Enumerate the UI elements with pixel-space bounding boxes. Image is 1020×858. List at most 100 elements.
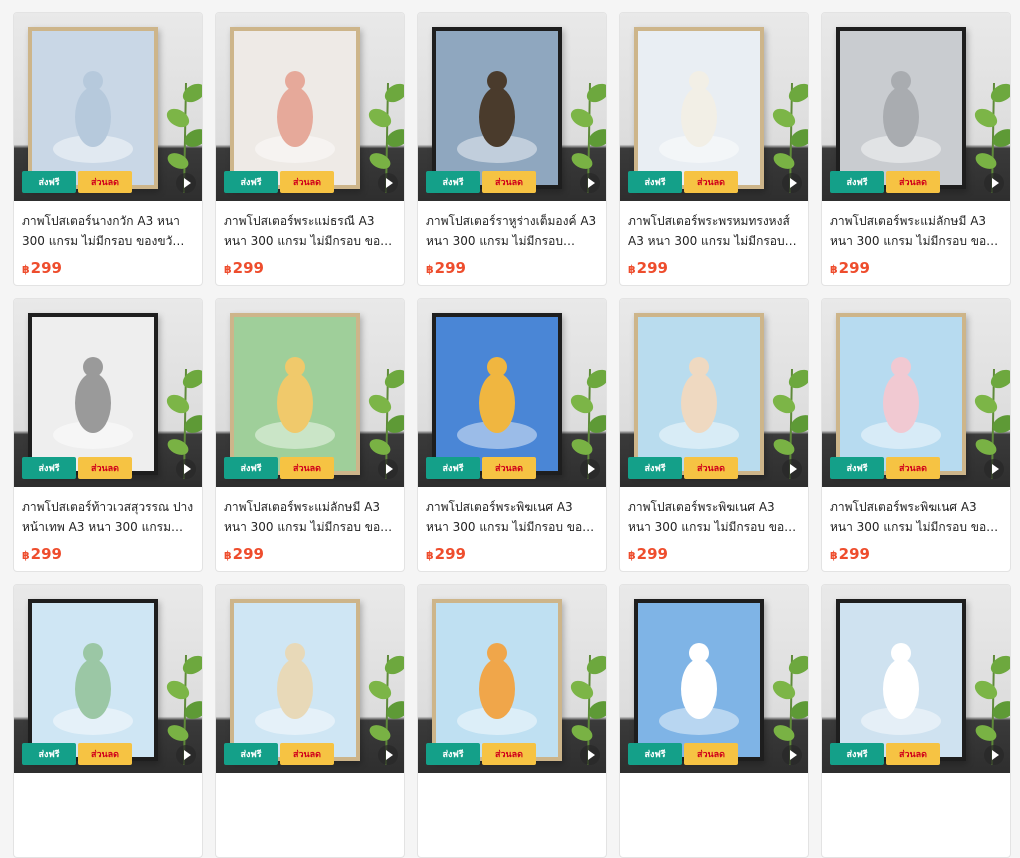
free-shipping-badge: ส่งฟรี: [224, 457, 278, 479]
discount-badge: ส่วนลด: [482, 743, 536, 765]
play-video-icon[interactable]: [176, 173, 196, 193]
play-video-icon[interactable]: [580, 459, 600, 479]
poster-frame: [28, 599, 158, 761]
poster-art: [457, 71, 537, 163]
play-video-icon[interactable]: [984, 459, 1004, 479]
free-shipping-badge: ส่งฟรี: [224, 171, 278, 193]
product-image[interactable]: ส่งฟรี ส่วนลด: [14, 585, 202, 773]
price-value: 299: [636, 545, 668, 563]
discount-badge: ส่วนลด: [78, 457, 132, 479]
product-card[interactable]: ส่งฟรี ส่วนลดภาพโปสเตอร์พระพิฆเนศ A3 หนา …: [821, 298, 1011, 572]
price-value: 299: [232, 545, 264, 563]
product-image[interactable]: ส่งฟรี ส่วนลด: [14, 299, 202, 487]
product-card[interactable]: ส่งฟรี ส่วนลดภาพโปสเตอร์พระพิฆเนศ A3 หนา …: [619, 298, 809, 572]
product-title[interactable]: ภาพโปสเตอร์ท้าวเวสสุวรรณ ปางหน้าเทพ A3 ห…: [22, 497, 194, 537]
poster-art: [255, 71, 335, 163]
play-video-icon[interactable]: [782, 459, 802, 479]
poster-frame: [230, 599, 360, 761]
product-image[interactable]: ส่งฟรี ส่วนลด: [216, 13, 404, 201]
play-video-icon[interactable]: [984, 173, 1004, 193]
price-value: 299: [434, 259, 466, 277]
product-image[interactable]: ส่งฟรี ส่วนลด: [822, 585, 1010, 773]
product-image[interactable]: ส่งฟรี ส่วนลด: [822, 13, 1010, 201]
discount-badge: ส่วนลด: [482, 171, 536, 193]
poster-frame: [836, 599, 966, 761]
play-video-icon[interactable]: [378, 173, 398, 193]
product-title[interactable]: ภาพโปสเตอร์ราหูร่างเต็มองค์ A3 หนา 300 แ…: [426, 211, 598, 251]
product-title[interactable]: ภาพโปสเตอร์พระพิฆเนศ A3 หนา 300 แกรม ไม่…: [830, 497, 1002, 537]
free-shipping-badge: ส่งฟรี: [628, 743, 682, 765]
product-image[interactable]: ส่งฟรี ส่วนลด: [822, 299, 1010, 487]
product-card[interactable]: ส่งฟรีส่วนลด฿: [619, 584, 809, 858]
play-video-icon[interactable]: [176, 745, 196, 765]
product-price: ฿299: [426, 259, 598, 277]
product-grid: ส่งฟรี ส่วนลด ภาพโปสเตอร์นางกวัก A3 หนา 30…: [13, 12, 1011, 858]
poster-frame: [230, 313, 360, 475]
play-video-icon[interactable]: [782, 745, 802, 765]
poster-art: [53, 71, 133, 163]
product-image[interactable]: ส่งฟรี ส่วนลด: [216, 585, 404, 773]
product-title[interactable]: ภาพโปสเตอร์นางกวัก A3 หนา 300 แกรม ไม่มี…: [22, 211, 194, 251]
product-card[interactable]: ส่งฟรี ส่วนลดภาพโปสเตอร์พระพรหมทรงหงส์ A3…: [619, 12, 809, 286]
poster-art: [457, 643, 537, 735]
promo-badges: ส่งฟรี ส่วนลด: [830, 457, 940, 479]
currency-symbol: ฿: [22, 263, 30, 276]
product-title[interactable]: ภาพโปสเตอร์พระแม่ธรณี A3 หนา 300 แกรม ไม…: [224, 211, 396, 251]
poster-art: [861, 357, 941, 449]
product-card[interactable]: ส่งฟรีส่วนลด฿: [821, 584, 1011, 858]
play-video-icon[interactable]: [378, 745, 398, 765]
play-video-icon[interactable]: [984, 745, 1004, 765]
product-price: ฿299: [22, 259, 194, 277]
free-shipping-badge: ส่งฟรี: [830, 743, 884, 765]
poster-frame: [28, 27, 158, 189]
currency-symbol: ฿: [830, 263, 838, 276]
product-image[interactable]: ส่งฟรี ส่วนลด: [620, 13, 808, 201]
discount-badge: ส่วนลด: [280, 457, 334, 479]
product-card[interactable]: ส่งฟรีส่วนลด฿: [215, 584, 405, 858]
product-title[interactable]: ภาพโปสเตอร์พระพิฆเนศ A3 หนา 300 แกรม ไม่…: [426, 497, 598, 537]
product-card[interactable]: ส่งฟรี ส่วนลดภาพโปสเตอร์พระพิฆเนศ A3 หนา …: [417, 298, 607, 572]
product-image[interactable]: ส่งฟรี ส่วนลด: [14, 13, 202, 201]
play-video-icon[interactable]: [378, 459, 398, 479]
product-title[interactable]: ภาพโปสเตอร์พระพิฆเนศ A3 หนา 300 แกรม ไม่…: [628, 497, 800, 537]
product-card[interactable]: ส่งฟรี ส่วนลดภาพโปสเตอร์ท้าวเวสสุวรรณ ปาง…: [13, 298, 203, 572]
product-image[interactable]: ส่งฟรี ส่วนลด: [418, 585, 606, 773]
product-price: ฿299: [22, 545, 194, 563]
play-video-icon[interactable]: [580, 745, 600, 765]
product-card[interactable]: ส่งฟรี ส่วนลดภาพโปสเตอร์ราหูร่างเต็มองค์ …: [417, 12, 607, 286]
discount-badge: ส่วนลด: [886, 171, 940, 193]
price-value: 299: [838, 545, 870, 563]
product-image[interactable]: ส่งฟรี ส่วนลด: [418, 13, 606, 201]
poster-frame: [634, 599, 764, 761]
product-title[interactable]: ภาพโปสเตอร์พระแม่ลักษมี A3 หนา 300 แกรม …: [224, 497, 396, 537]
discount-badge: ส่วนลด: [78, 171, 132, 193]
product-card[interactable]: ส่งฟรี ส่วนลดภาพโปสเตอร์พระแม่ลักษมี A3 ห…: [821, 12, 1011, 286]
play-video-icon[interactable]: [176, 459, 196, 479]
currency-symbol: ฿: [830, 549, 838, 562]
discount-badge: ส่วนลด: [886, 457, 940, 479]
product-card[interactable]: ส่งฟรี ส่วนลดภาพโปสเตอร์พระแม่ธรณี A3 หนา…: [215, 12, 405, 286]
product-price: ฿299: [830, 545, 1002, 563]
play-video-icon[interactable]: [782, 173, 802, 193]
product-card[interactable]: ส่งฟรี ส่วนลดภาพโปสเตอร์นางกวัก A3 หนา 30…: [13, 12, 203, 286]
free-shipping-badge: ส่งฟรี: [22, 171, 76, 193]
discount-badge: ส่วนลด: [886, 743, 940, 765]
product-image[interactable]: ส่งฟรี ส่วนลด: [620, 585, 808, 773]
poster-frame: [28, 313, 158, 475]
product-image[interactable]: ส่งฟรี ส่วนลด: [216, 299, 404, 487]
play-video-icon[interactable]: [580, 173, 600, 193]
free-shipping-badge: ส่งฟรี: [426, 743, 480, 765]
promo-badges: ส่งฟรี ส่วนลด: [628, 743, 738, 765]
product-card[interactable]: ส่งฟรี ส่วนลดภาพโปสเตอร์พระแม่ลักษมี A3 ห…: [215, 298, 405, 572]
product-card[interactable]: ส่งฟรีส่วนลด฿: [417, 584, 607, 858]
discount-badge: ส่วนลด: [280, 743, 334, 765]
product-image[interactable]: ส่งฟรี ส่วนลด: [620, 299, 808, 487]
poster-frame: [836, 313, 966, 475]
price-value: 299: [30, 545, 62, 563]
product-card[interactable]: ส่งฟรีส่วนลด฿: [13, 584, 203, 858]
currency-symbol: ฿: [224, 549, 232, 562]
poster-frame: [432, 27, 562, 189]
product-image[interactable]: ส่งฟรี ส่วนลด: [418, 299, 606, 487]
product-title[interactable]: ภาพโปสเตอร์พระแม่ลักษมี A3 หนา 300 แกรม …: [830, 211, 1002, 251]
product-title[interactable]: ภาพโปสเตอร์พระพรหมทรงหงส์ A3 หนา 300 แกร…: [628, 211, 800, 251]
